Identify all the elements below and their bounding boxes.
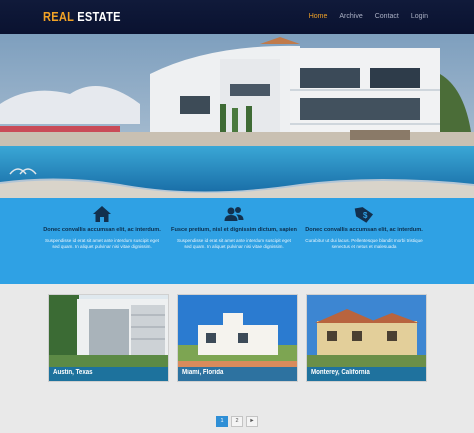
listing-caption: Austin, Texas xyxy=(49,367,168,381)
feature-title: Donec convallis accumsan elit, ac interd… xyxy=(305,227,423,233)
logo-word-real: REAL xyxy=(43,9,74,24)
page-2-button[interactable]: 2 xyxy=(231,416,243,427)
listing-caption: Monterey, California xyxy=(307,367,426,381)
feature-item: Donec convallis accumsan elit, ac interd… xyxy=(37,204,167,250)
feature-text: Suspendisse id erat sit amet ante interd… xyxy=(45,238,159,249)
listing-city: Austin, Texas xyxy=(53,369,93,376)
nav-home[interactable]: Home xyxy=(309,13,328,20)
feature-item: $ Donec convallis accumsan elit, ac inte… xyxy=(299,204,429,250)
hero-image xyxy=(0,34,474,198)
price-tag-icon: $ xyxy=(354,207,374,223)
page-1-button[interactable]: 1 xyxy=(216,416,228,427)
nav-contact[interactable]: Contact xyxy=(375,13,399,20)
feature-item: Fusce pretium, nisl et dignissim dictum,… xyxy=(169,204,299,250)
site-logo[interactable]: REAL ESTATE xyxy=(43,9,121,24)
users-icon xyxy=(224,207,244,221)
listing-card[interactable]: Austin, Texas xyxy=(48,294,169,382)
listing-caption: Miami, Florida xyxy=(178,367,297,381)
feature-text: Curabitur ut dui lacus. Pellentesque bla… xyxy=(305,238,423,249)
main-nav: Home Archive Contact Login xyxy=(309,13,428,20)
feature-text: Suspendisse id erat sit amet ante interd… xyxy=(177,238,291,249)
listing-card[interactable]: Miami, Florida xyxy=(177,294,298,382)
nav-login[interactable]: Login xyxy=(411,13,428,20)
svg-text:$: $ xyxy=(363,211,368,220)
listing-card[interactable]: Monterey, California xyxy=(306,294,427,382)
nav-archive[interactable]: Archive xyxy=(339,13,362,20)
feature-title: Fusce pretium, nisl et dignissim dictum,… xyxy=(171,227,297,233)
logo-word-estate: ESTATE xyxy=(77,9,121,24)
feature-title: Donec convallis accumsan elit, ac interd… xyxy=(43,227,161,233)
next-page-button[interactable]: ► xyxy=(246,416,258,427)
home-icon xyxy=(93,206,111,222)
listing-city: Miami, Florida xyxy=(182,369,224,376)
pagination: 1 2 ► xyxy=(216,416,258,427)
site-header: REAL ESTATE Home Archive Contact Login xyxy=(0,0,474,34)
features-band: Donec convallis accumsan elit, ac interd… xyxy=(0,198,474,284)
listing-city: Monterey, California xyxy=(311,369,370,376)
